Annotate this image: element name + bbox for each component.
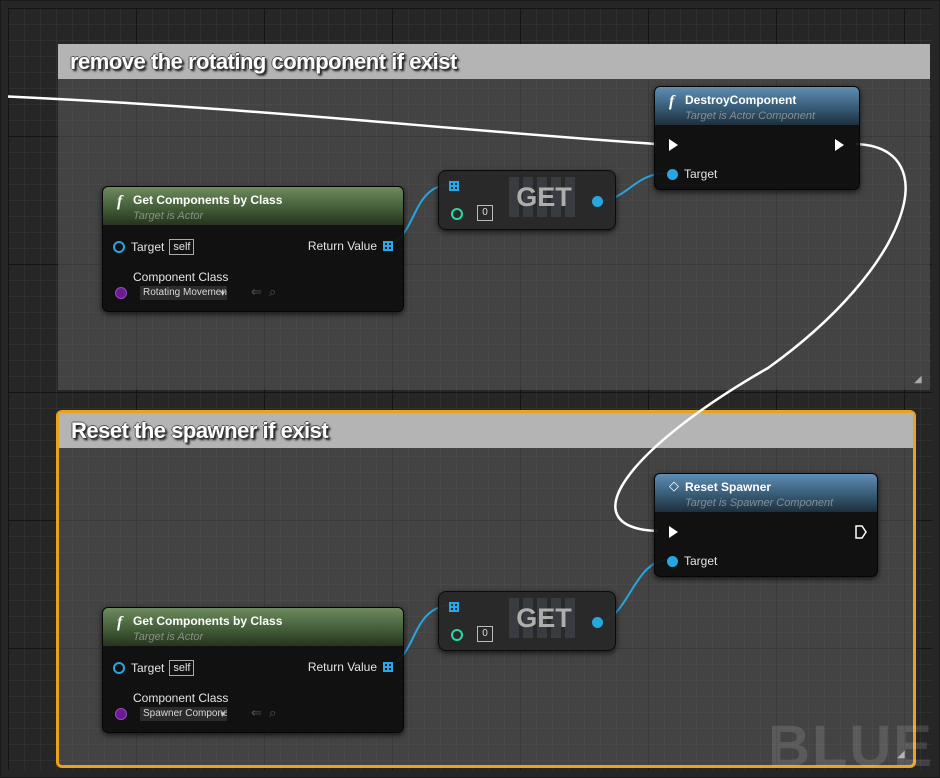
node-header[interactable]: f DestroyComponent Target is Actor Compo… — [655, 87, 859, 125]
object-pin-icon[interactable] — [113, 662, 125, 674]
node-subtitle: Target is Actor — [133, 631, 204, 643]
exec-pin-in-icon[interactable] — [669, 526, 678, 538]
browse-arrow-icon[interactable]: ⇐ — [251, 284, 262, 300]
int-pin-icon[interactable] — [451, 629, 463, 641]
pin-label: Return Value — [307, 660, 377, 674]
pin-return-value[interactable]: Return Value — [308, 660, 393, 674]
class-pin-icon[interactable] — [115, 708, 127, 720]
pin-label: Target — [684, 554, 718, 568]
index-input[interactable]: 0 — [477, 626, 493, 642]
event-diamond-icon: ◇ — [669, 479, 679, 494]
comment-title[interactable]: remove the rotating component if exist — [58, 44, 930, 79]
array-grid-icon[interactable] — [383, 662, 393, 672]
dropdown-value: Rotating Movemen — [143, 287, 227, 298]
object-pin-icon[interactable] — [592, 617, 603, 628]
object-pin-icon[interactable] — [667, 555, 678, 567]
exec-pin-out-icon[interactable] — [835, 139, 844, 151]
node-subtitle: Target is Actor Component — [685, 110, 816, 122]
node-title: Get Components by Class — [133, 193, 283, 207]
get-label: GET — [509, 598, 579, 638]
blueprint-watermark: BLUE — [768, 714, 932, 770]
component-class-dropdown[interactable]: Rotating Movemen ▾ — [139, 285, 228, 301]
node-header[interactable]: ◇ Reset Spawner Target is Spawner Compon… — [655, 474, 877, 512]
component-class-label: Component Class — [133, 270, 229, 284]
component-class-dropdown[interactable]: Spawner Compone ▾ — [139, 706, 228, 722]
chevron-down-icon: ▾ — [220, 288, 225, 298]
node-title: Get Components by Class — [133, 614, 283, 628]
exec-pin-in-icon[interactable] — [669, 139, 678, 151]
pin-label: Target — [131, 661, 165, 675]
pin-target[interactable]: Target self — [113, 239, 195, 255]
chevron-down-icon: ▾ — [220, 709, 225, 719]
array-grid-icon[interactable] — [383, 241, 393, 251]
search-icon[interactable]: ⌕ — [269, 705, 276, 721]
comment-title[interactable]: Reset the spawner if exist — [59, 413, 913, 448]
search-icon[interactable]: ⌕ — [269, 284, 276, 300]
int-pin-icon[interactable] — [451, 208, 463, 220]
node-get-components-by-class-2[interactable]: f Get Components by Class Target is Acto… — [102, 607, 404, 733]
node-title: Reset Spawner — [685, 480, 772, 494]
object-pin-icon[interactable] — [667, 168, 678, 180]
exec-pin-out-icon[interactable] — [855, 525, 867, 539]
node-subtitle: Target is Actor — [133, 210, 204, 222]
function-icon: f — [117, 193, 123, 210]
index-input[interactable]: 0 — [477, 205, 493, 221]
node-title: DestroyComponent — [685, 93, 797, 107]
pin-label: Return Value — [307, 239, 377, 253]
node-header[interactable]: f Get Components by Class Target is Acto… — [103, 187, 403, 225]
resize-grip-icon[interactable]: ◢ — [914, 374, 926, 386]
array-grid-icon[interactable] — [449, 602, 459, 612]
dropdown-value: Spawner Compone — [143, 708, 228, 719]
pin-label: Target — [131, 240, 165, 254]
pin-label: Target — [684, 167, 718, 181]
class-pin-icon[interactable] — [115, 287, 127, 299]
object-pin-icon[interactable] — [592, 196, 603, 207]
function-icon: f — [117, 614, 123, 631]
node-destroy-component[interactable]: f DestroyComponent Target is Actor Compo… — [654, 86, 860, 190]
component-class-label: Component Class — [133, 691, 229, 705]
array-grid-icon[interactable] — [449, 181, 459, 191]
pin-return-value[interactable]: Return Value — [308, 239, 393, 253]
node-subtitle: Target is Spawner Component — [685, 497, 834, 509]
node-reset-spawner[interactable]: ◇ Reset Spawner Target is Spawner Compon… — [654, 473, 878, 577]
self-default-value: self — [169, 239, 195, 255]
browse-arrow-icon[interactable]: ⇐ — [251, 705, 262, 721]
node-header[interactable]: f Get Components by Class Target is Acto… — [103, 608, 403, 646]
function-icon: f — [669, 93, 675, 110]
pin-target[interactable]: Target self — [113, 660, 195, 676]
blueprint-graph-canvas[interactable]: remove the rotating component if exist ◢… — [8, 8, 932, 770]
pin-target[interactable]: Target — [667, 554, 717, 568]
node-get-components-by-class-1[interactable]: f Get Components by Class Target is Acto… — [102, 186, 404, 312]
get-label: GET — [509, 177, 579, 217]
pin-target[interactable]: Target — [667, 167, 717, 181]
node-array-get-1[interactable]: 0 GET — [438, 170, 616, 230]
self-default-value: self — [169, 660, 195, 676]
object-pin-icon[interactable] — [113, 241, 125, 253]
node-array-get-2[interactable]: 0 GET — [438, 591, 616, 651]
